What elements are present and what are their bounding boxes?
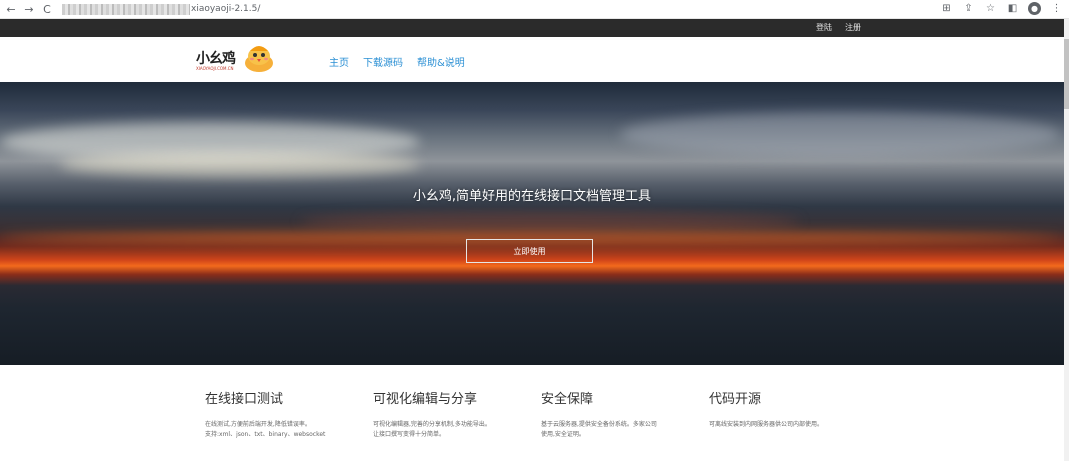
browser-toolbar: ← → C xiaoyaoji-2.1.5/ ⊞ ⇪ ☆ ◧ ● ⋮: [0, 0, 1069, 19]
back-icon[interactable]: ←: [4, 2, 18, 16]
nav-download-source[interactable]: 下载源码: [363, 54, 403, 69]
top-bar: 登陆 注册: [0, 19, 1064, 37]
hero-cloud: [60, 152, 420, 177]
login-link[interactable]: 登陆: [816, 22, 832, 33]
sidepanel-icon[interactable]: ◧: [1006, 2, 1019, 15]
hero-title: 小幺鸡,简单好用的在线接口文档管理工具: [412, 189, 652, 204]
hero-banner: 小幺鸡,简单好用的在线接口文档管理工具 立即使用: [0, 82, 1064, 365]
start-now-button[interactable]: 立即使用: [466, 239, 593, 263]
share-icon[interactable]: ⇪: [962, 2, 975, 15]
chick-mascot-icon: [245, 46, 273, 72]
feature-desc-line: 使用,安全证明。: [541, 431, 585, 438]
feature-desc-line: 基于云服务器,提供安全备份系统。多家公司: [541, 421, 657, 428]
logo-subtext: XIAOYAOJI.COM.CN: [196, 66, 234, 71]
scrollbar-thumb[interactable]: [1064, 39, 1069, 109]
forward-icon[interactable]: →: [22, 2, 36, 16]
feature-open-source: 代码开源 可离线安装到内网服务器供公司内部使用。: [709, 388, 869, 430]
site-header: 小幺鸡 XIAOYAOJI.COM.CN 主页 下载源码 帮助&说明: [0, 37, 1064, 82]
feature-desc-line: 让接口撰写变得十分简单。: [373, 431, 446, 438]
feature-security: 安全保障 基于云服务器,提供安全备份系统。多家公司 使用,安全证明。: [541, 388, 701, 440]
address-bar[interactable]: xiaoyaoji-2.1.5/: [62, 2, 260, 17]
profile-icon[interactable]: ●: [1028, 2, 1041, 15]
feature-desc-line: 可视化编辑器,完善的分享机制,多功能导出。: [373, 421, 491, 428]
star-icon[interactable]: ☆: [984, 2, 997, 15]
feature-desc-line: 可离线安装到内网服务器供公司内部使用。: [709, 421, 824, 428]
feature-title: 可视化编辑与分享: [373, 392, 478, 407]
site-logo[interactable]: 小幺鸡 XIAOYAOJI.COM.CN: [196, 41, 280, 77]
url-path: xiaoyaoji-2.1.5/: [191, 4, 261, 14]
hero-cloud: [300, 212, 800, 232]
nav-home[interactable]: 主页: [329, 54, 349, 69]
feature-online-test: 在线接口测试 在线测试,方便前后端开发,降低错误率。 支持:xml、json、t…: [205, 388, 365, 440]
feature-title: 代码开源: [709, 392, 762, 407]
reload-icon[interactable]: C: [40, 2, 54, 16]
feature-title: 安全保障: [541, 392, 594, 407]
more-menu-icon[interactable]: ⋮: [1050, 2, 1063, 15]
nav-help[interactable]: 帮助&说明: [417, 54, 465, 69]
feature-title: 在线接口测试: [205, 392, 284, 407]
feature-desc-line: 在线测试,方便前后端开发,降低错误率。: [205, 421, 311, 428]
translate-icon[interactable]: ⊞: [940, 2, 953, 15]
register-link[interactable]: 注册: [845, 22, 861, 33]
feature-visual-edit: 可视化编辑与分享 可视化编辑器,完善的分享机制,多功能导出。 让接口撰写变得十分…: [373, 388, 533, 440]
page-scrollbar[interactable]: [1064, 19, 1069, 461]
feature-desc-line: 支持:xml、json、txt、binary、websocket: [205, 431, 326, 438]
url-blurred-host: [62, 3, 190, 15]
hero-cloud: [620, 112, 1060, 157]
logo-text: 小幺鸡: [196, 51, 236, 67]
